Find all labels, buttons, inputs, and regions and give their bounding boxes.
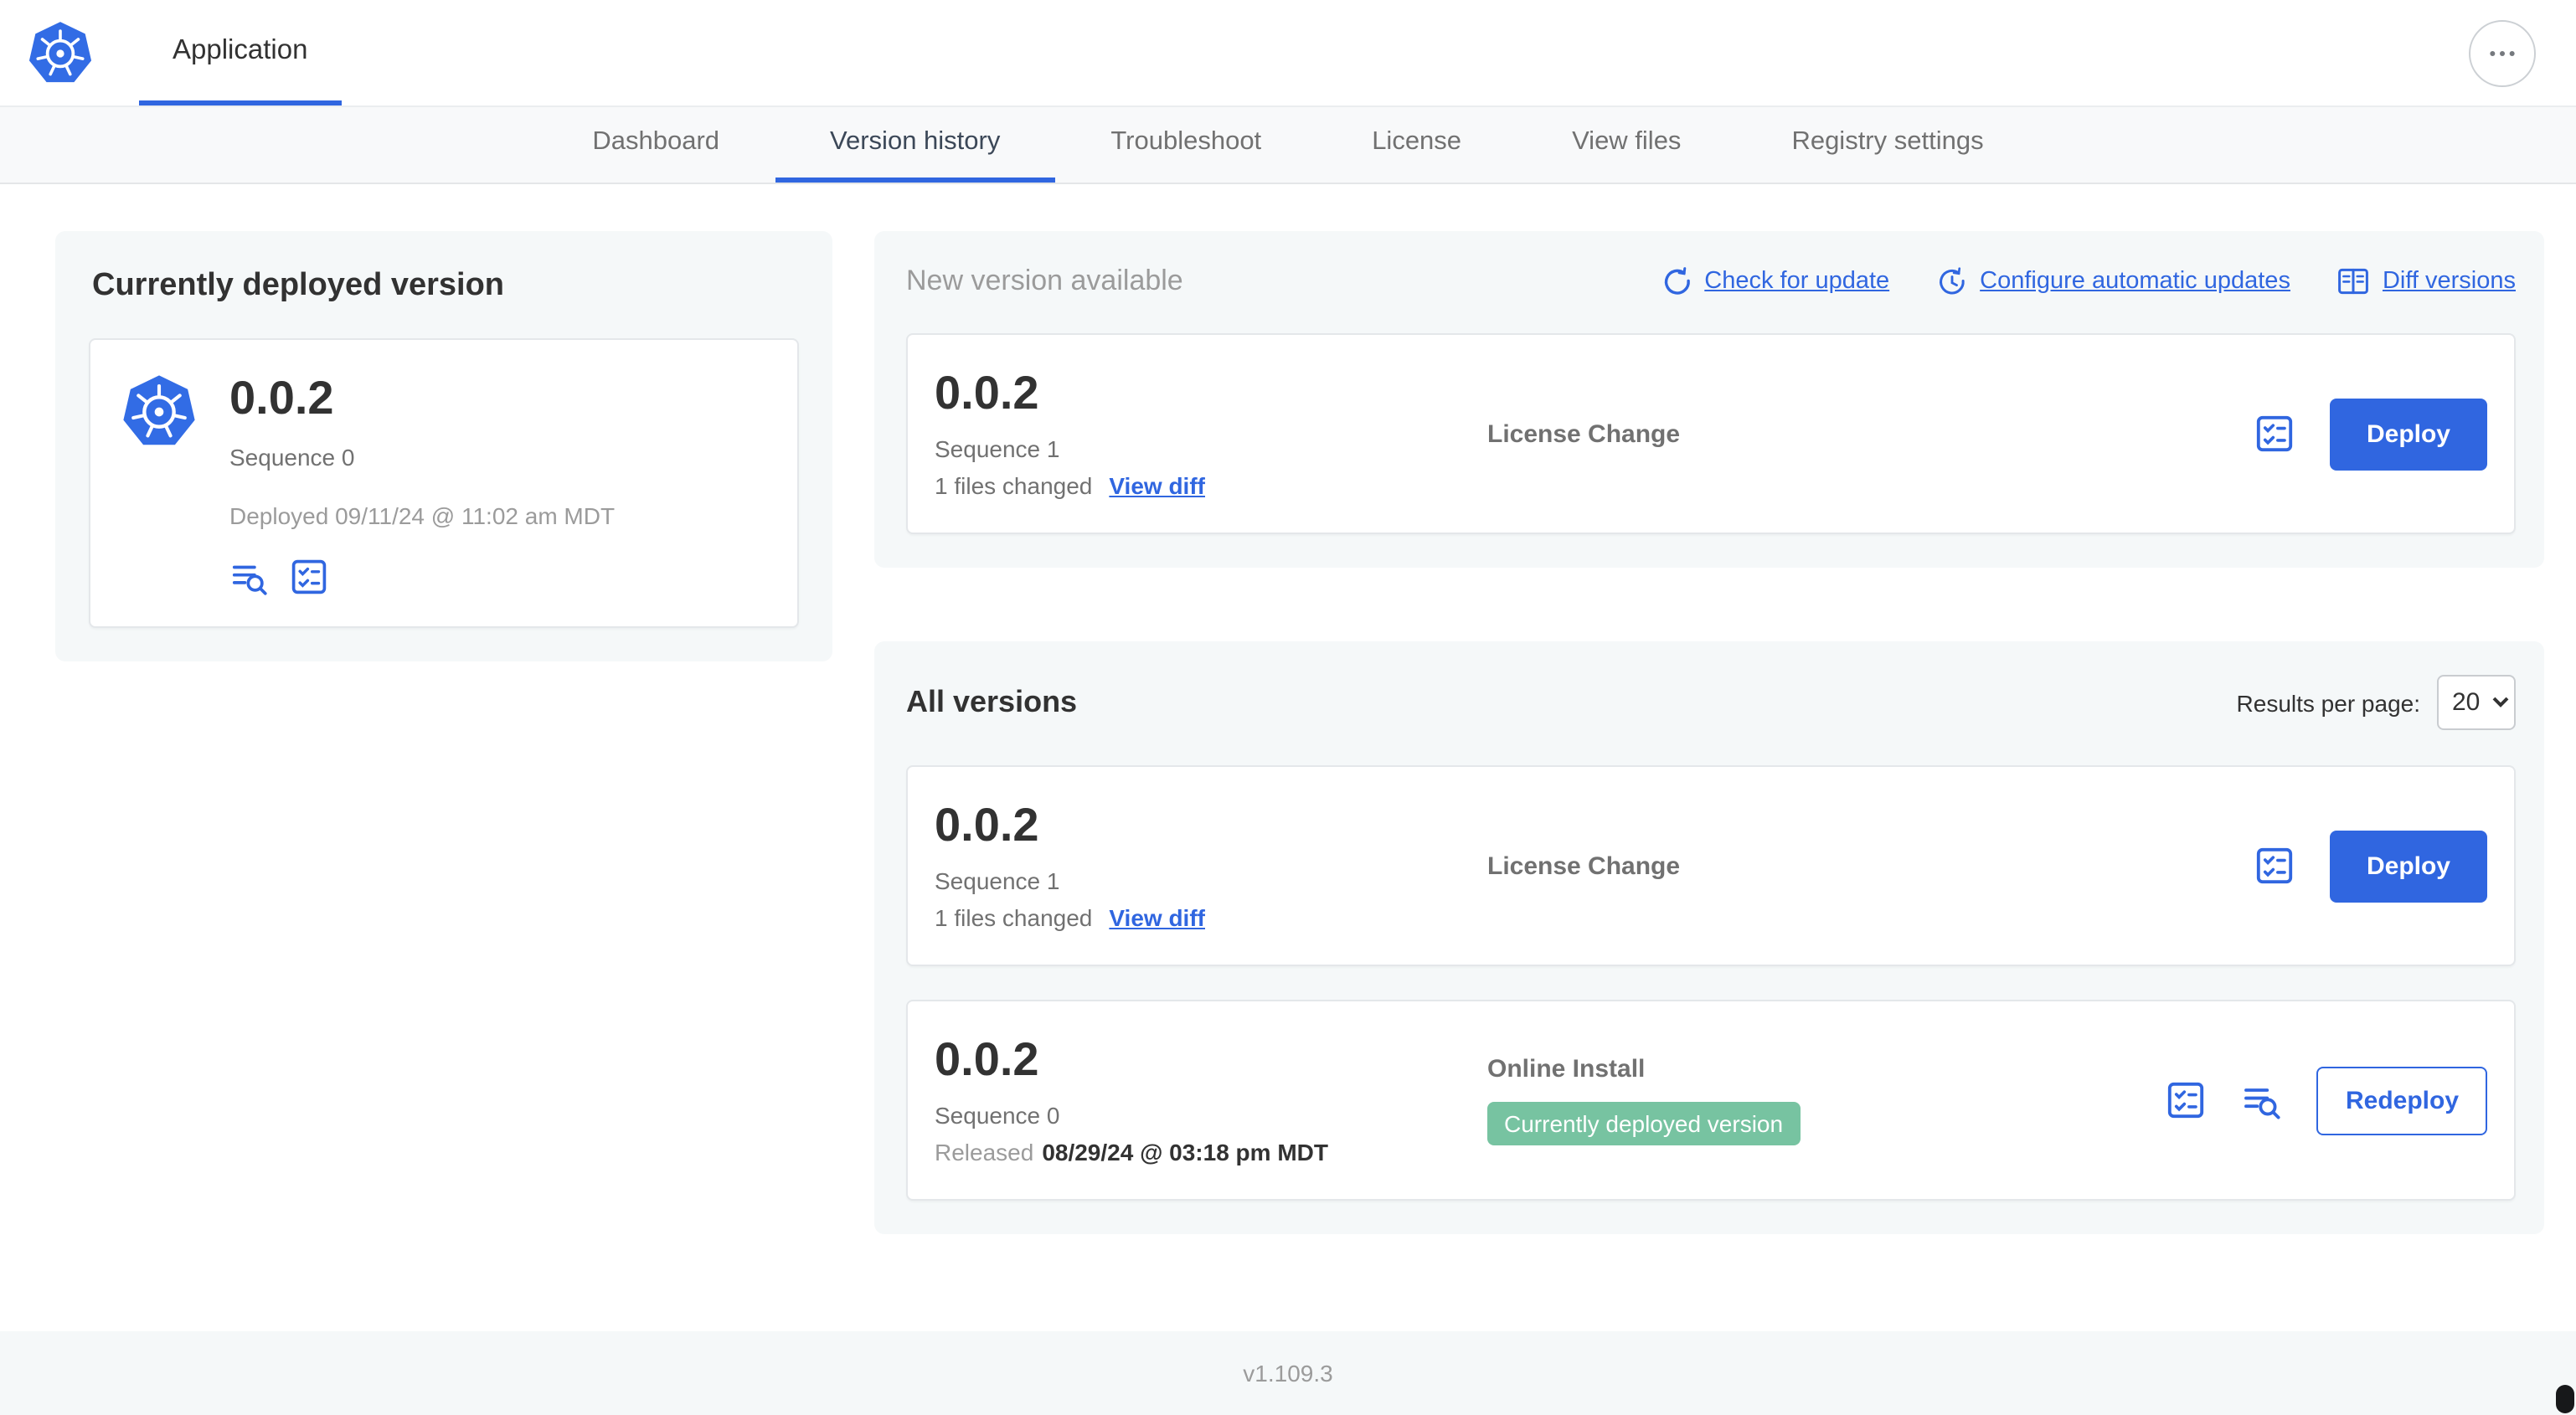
files-changed-label: 1 files changed xyxy=(935,903,1093,930)
main-content: Currently deployed version 0.0.2 Sequenc… xyxy=(0,184,2576,1331)
version-source: License Change xyxy=(1487,852,2254,880)
kubernetes-icon xyxy=(121,373,198,450)
right-column: New version available Check for update C… xyxy=(874,231,2544,1234)
results-per-page: Results per page: 20 xyxy=(2237,675,2516,730)
currently-deployed-title: Currently deployed version xyxy=(92,268,505,303)
version-actions: Check for update Configure automatic upd… xyxy=(1661,265,2516,298)
subnav: Dashboard Version history Troubleshoot L… xyxy=(0,107,2576,184)
files-changed-line: 1 files changed View diff xyxy=(935,903,1487,930)
diff-icon xyxy=(2337,265,2371,298)
deployed-sequence: Sequence 0 xyxy=(229,444,355,471)
released-line: Released 08/29/24 @ 03:18 pm MDT xyxy=(935,1138,1487,1165)
version-info: 0.0.2 Sequence 0 Released 08/29/24 @ 03:… xyxy=(935,1032,1487,1165)
results-per-page-label: Results per page: xyxy=(2236,689,2420,716)
scrollbar-thumb[interactable] xyxy=(2556,1385,2574,1413)
files-changed-line: 1 files changed View diff xyxy=(935,471,1487,498)
version-actions-right: Deploy xyxy=(2254,398,2487,470)
version-number: 0.0.2 xyxy=(935,798,1039,850)
tab-version-history[interactable]: Version history xyxy=(775,107,1056,183)
version-actions-right: Redeploy xyxy=(2166,1066,2487,1135)
version-number: 0.0.2 xyxy=(935,1032,1039,1084)
redeploy-button[interactable]: Redeploy xyxy=(2316,1066,2487,1135)
version-row: 0.0.2 Sequence 1 1 files changed View di… xyxy=(906,765,2516,966)
tab-registry-settings[interactable]: Registry settings xyxy=(1736,107,2038,183)
released-label: Released xyxy=(935,1138,1034,1165)
app-footer: v1.109.3 xyxy=(0,1331,2576,1415)
configure-automatic-updates-link[interactable]: Configure automatic updates xyxy=(1936,265,2290,297)
files-changed-label: 1 files changed xyxy=(935,471,1093,498)
currently-deployed-panel: Currently deployed version 0.0.2 Sequenc… xyxy=(55,231,832,661)
deploy-button[interactable]: Deploy xyxy=(2329,830,2487,902)
release-notes-icon[interactable] xyxy=(2242,1080,2282,1120)
source-label: Online Install xyxy=(1487,1055,1646,1083)
version-info: 0.0.2 Sequence 1 1 files changed View di… xyxy=(935,798,1487,930)
version-source: Online Install Currently deployed versio… xyxy=(1487,1055,2166,1145)
diff-versions-link[interactable]: Diff versions xyxy=(2337,265,2516,298)
kubernetes-logo xyxy=(22,0,99,105)
version-sequence: Sequence 1 xyxy=(935,435,1060,461)
deployed-info: 0.0.2 Sequence 0 Deployed 09/11/24 @ 11:… xyxy=(229,370,615,596)
app-header: Application xyxy=(0,0,2576,107)
version-source: License Change xyxy=(1487,419,2254,448)
currently-deployed-badge: Currently deployed version xyxy=(1487,1102,1801,1145)
new-version-header: New version available Check for update C… xyxy=(906,265,2516,298)
tab-application[interactable]: Application xyxy=(139,0,342,105)
deployed-timestamp: Deployed 09/11/24 @ 11:02 am MDT xyxy=(229,502,616,529)
refresh-icon xyxy=(1661,265,1692,297)
preflight-checks-icon[interactable] xyxy=(2254,414,2295,454)
tab-license[interactable]: License xyxy=(1316,107,1517,183)
kubernetes-logo-icon xyxy=(28,21,92,82)
version-number: 0.0.2 xyxy=(935,366,1039,418)
deploy-button[interactable]: Deploy xyxy=(2329,398,2487,470)
preflight-checks-icon[interactable] xyxy=(2254,846,2295,886)
all-versions-panel: All versions Results per page: 20 0.0.2 … xyxy=(874,641,2544,1234)
all-versions-header: All versions Results per page: 20 xyxy=(906,675,2516,730)
preflight-checks-icon[interactable] xyxy=(290,558,328,596)
tab-troubleshoot[interactable]: Troubleshoot xyxy=(1055,107,1316,183)
source-label: License Change xyxy=(1487,852,1681,880)
configure-automatic-updates-label: Configure automatic updates xyxy=(1980,268,2290,295)
release-notes-icon[interactable] xyxy=(229,558,268,596)
page: Application Dashboard Version history Tr… xyxy=(0,0,2576,1415)
source-label: License Change xyxy=(1487,419,1681,448)
view-diff-link[interactable]: View diff xyxy=(1109,471,1205,498)
app-version-text: v1.109.3 xyxy=(1243,1360,1333,1387)
app-tab-label: Application xyxy=(173,34,308,64)
tab-view-files[interactable]: View files xyxy=(1517,107,1736,183)
deployed-card: 0.0.2 Sequence 0 Deployed 09/11/24 @ 11:… xyxy=(89,338,799,628)
check-for-update-link[interactable]: Check for update xyxy=(1661,265,1889,297)
diff-versions-label: Diff versions xyxy=(2382,268,2516,295)
deployed-version: 0.0.2 xyxy=(229,372,334,424)
clock-refresh-icon xyxy=(1936,265,1968,297)
new-version-panel: New version available Check for update C… xyxy=(874,231,2544,568)
new-version-card: 0.0.2 Sequence 1 1 files changed View di… xyxy=(906,333,2516,534)
results-per-page-select[interactable]: 20 xyxy=(2437,675,2516,730)
released-date: 08/29/24 @ 03:18 pm MDT xyxy=(1042,1138,1328,1165)
view-diff-link[interactable]: View diff xyxy=(1109,903,1205,930)
tab-dashboard[interactable]: Dashboard xyxy=(537,107,775,183)
more-menu-button[interactable] xyxy=(2469,20,2536,87)
version-info: 0.0.2 Sequence 1 1 files changed View di… xyxy=(935,366,1487,498)
new-version-title: New version available xyxy=(906,265,1183,296)
version-row: 0.0.2 Sequence 0 Released 08/29/24 @ 03:… xyxy=(906,1000,2516,1201)
preflight-checks-icon[interactable] xyxy=(2166,1080,2207,1120)
version-actions-right: Deploy xyxy=(2254,830,2487,902)
check-for-update-label: Check for update xyxy=(1704,268,1890,295)
ellipsis-icon xyxy=(2490,51,2515,56)
version-sequence: Sequence 0 xyxy=(935,1101,1060,1128)
deployed-icon-row xyxy=(229,558,615,596)
version-sequence: Sequence 1 xyxy=(935,867,1060,893)
all-versions-title: All versions xyxy=(906,685,1078,718)
